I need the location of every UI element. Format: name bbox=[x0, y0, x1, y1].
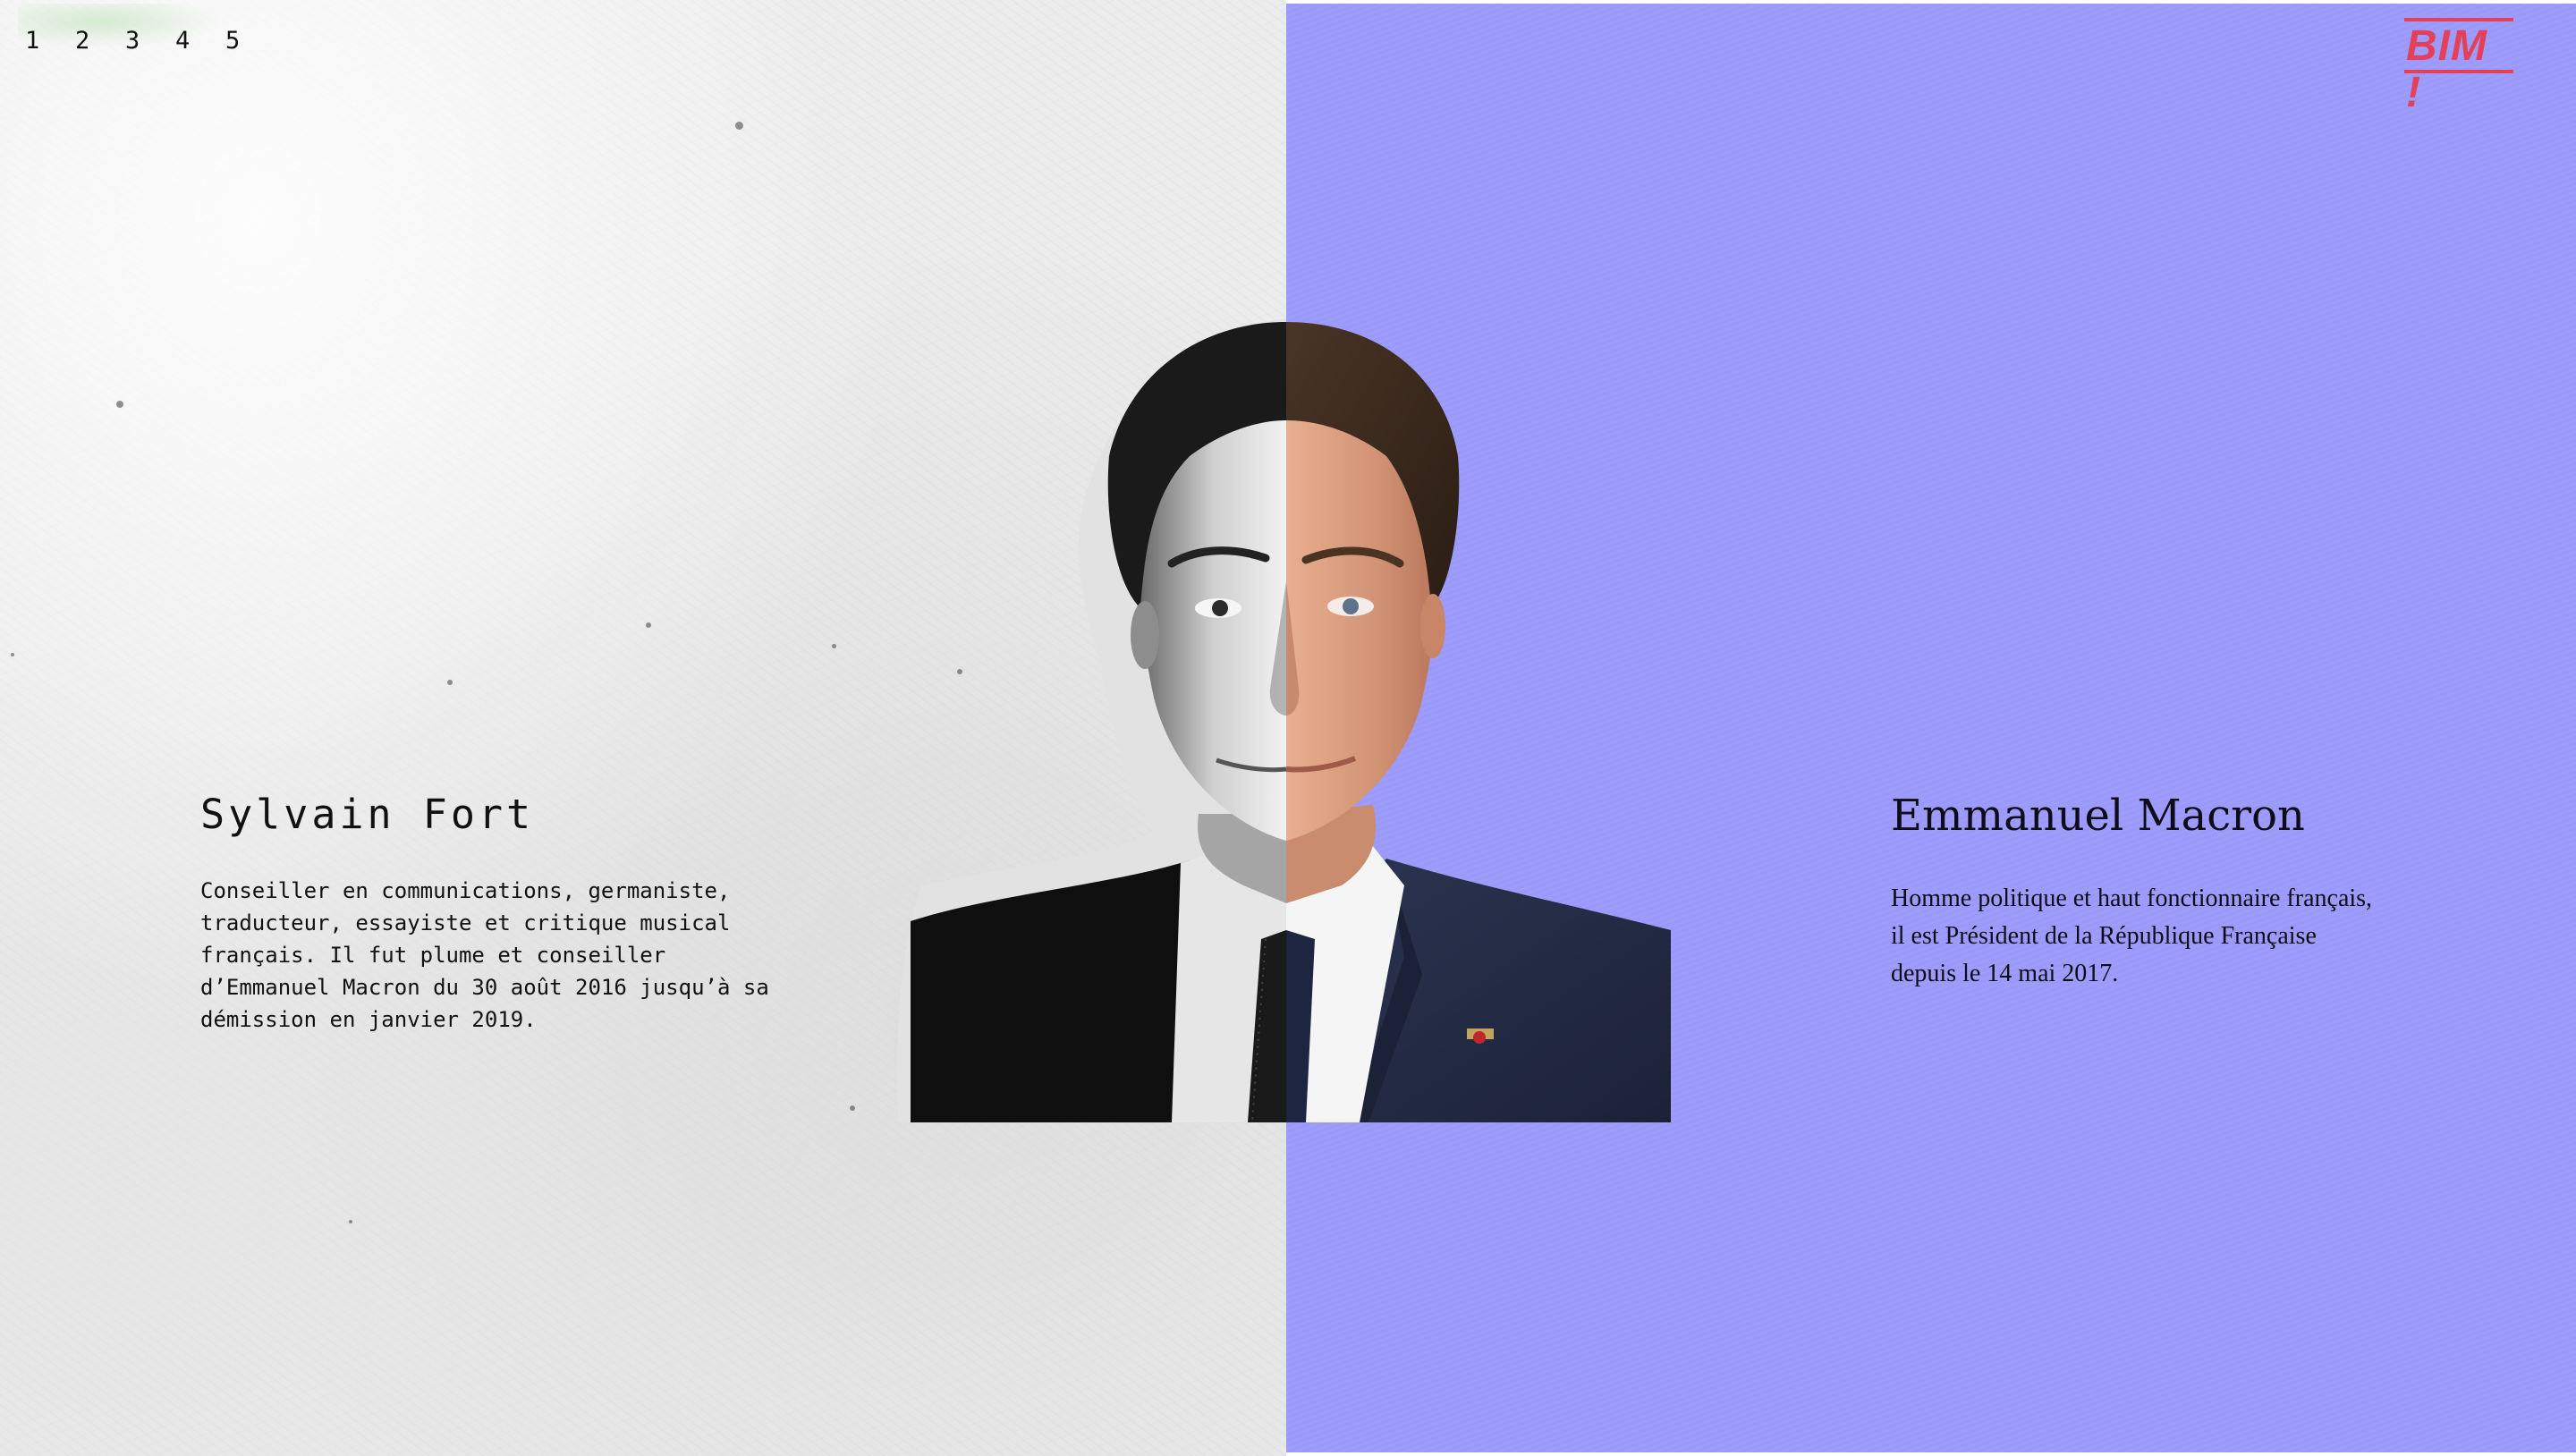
nav-page-3[interactable]: 3 bbox=[125, 27, 175, 55]
paper-speck bbox=[116, 401, 123, 408]
nav-page-5[interactable]: 5 bbox=[225, 27, 275, 55]
logo-top-bar bbox=[2404, 18, 2513, 21]
paper-speck bbox=[349, 1220, 352, 1223]
logo-bottom-bar bbox=[2404, 70, 2513, 73]
paper-speck bbox=[850, 1105, 855, 1111]
split-portrait-page: 1 2 3 4 5 BIM ! Sylvain Fort Conseiller … bbox=[0, 0, 2576, 1456]
left-person-bio: Conseiller en communications, germaniste… bbox=[200, 878, 769, 1032]
right-person-bio: Homme politique et haut fonctionnaire fr… bbox=[1891, 885, 2373, 987]
nav-page-4[interactable]: 4 bbox=[175, 27, 225, 55]
nav-page-1[interactable]: 1 bbox=[25, 27, 75, 55]
right-person-name: Emmanuel Macron bbox=[1891, 791, 2305, 841]
paper-speck bbox=[832, 644, 836, 648]
split-portrait-image bbox=[897, 318, 1671, 1122]
paper-speck bbox=[11, 653, 14, 656]
bim-logo[interactable]: BIM ! bbox=[2404, 16, 2513, 116]
paper-speck bbox=[646, 622, 651, 628]
nav-page-2[interactable]: 2 bbox=[75, 27, 125, 55]
paper-speck bbox=[735, 122, 743, 130]
left-person-name: Sylvain Fort bbox=[200, 791, 535, 838]
paper-speck bbox=[447, 680, 453, 685]
page-navigation: 1 2 3 4 5 bbox=[25, 27, 275, 55]
